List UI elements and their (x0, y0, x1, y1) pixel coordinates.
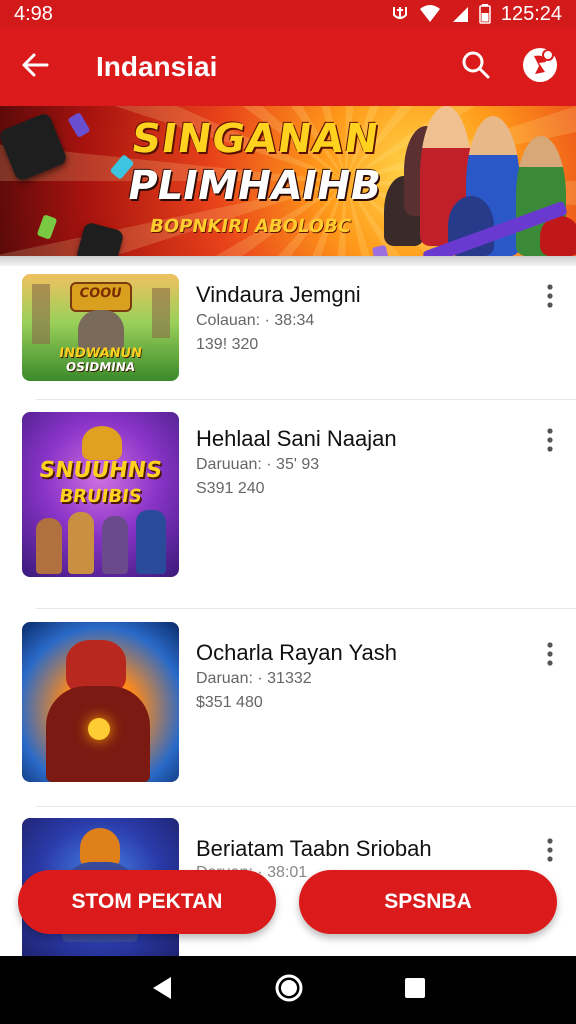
thumbnail-subtitle: BRUIBIS (57, 486, 144, 507)
signal-icon (391, 5, 409, 23)
list-item[interactable]: COOU INDWANUN OSIDMINA Vindaura Jemgni C… (0, 256, 576, 398)
cellular-icon (451, 5, 469, 23)
page-title: Indansiai (96, 51, 218, 82)
more-options-button[interactable] (536, 638, 564, 674)
more-vertical-icon (547, 641, 553, 671)
primary-action-button[interactable]: STOM PEKTAN (18, 870, 276, 934)
more-options-button[interactable] (536, 424, 564, 460)
more-options-button[interactable] (536, 834, 564, 870)
status-bar: 4:98 125:24 (0, 0, 576, 28)
game-title: Vindaura Jemgni (196, 282, 361, 307)
game-thumbnail: SNUUHNS BRUIBIS (22, 412, 179, 577)
game-list: COOU INDWANUN OSIDMINA Vindaura Jemgni C… (0, 256, 576, 956)
nav-back-icon (153, 976, 172, 999)
system-nav-bar (0, 956, 576, 1024)
status-time-right: 125:24 (500, 2, 562, 25)
status-icons: 125:24 (391, 3, 562, 26)
game-stat: $351 480 (196, 694, 263, 711)
game-stat: 139! 320 (196, 336, 259, 353)
banner-headline: SINGANAN (128, 116, 383, 162)
nav-home-button[interactable] (274, 973, 304, 1008)
game-thumbnail: COOU INDWANUN OSIDMINA (22, 274, 179, 381)
more-vertical-icon (547, 837, 553, 867)
bottom-action-bar: STOM PEKTAN SPSNBA (0, 866, 576, 954)
game-title: Beriatam Taabn Sriobah (196, 836, 432, 861)
wifi-icon (419, 5, 441, 23)
back-button[interactable] (0, 28, 70, 106)
game-title: Hehlaal Sani Naajan (196, 426, 397, 451)
profile-badge-icon (521, 46, 559, 89)
game-meta: Daruan: · 31332 (196, 670, 312, 687)
search-button[interactable] (454, 45, 498, 89)
nav-back-button[interactable] (149, 975, 175, 1006)
promo-banner[interactable]: SINGANAN PLIMHAIHB BOPNKIRI ABOLOBC (0, 106, 576, 256)
back-arrow-icon (21, 51, 49, 84)
game-meta: Colauan: · 38:34 (196, 312, 315, 329)
more-vertical-icon (547, 427, 553, 457)
app-bar: Indansiai (0, 28, 576, 106)
thumbnail-badge-text: COOU (78, 286, 123, 301)
profile-button[interactable] (518, 45, 562, 89)
more-vertical-icon (547, 283, 553, 313)
nav-recents-button[interactable] (403, 976, 427, 1005)
app-bar-actions (454, 45, 576, 89)
nav-home-icon (275, 974, 303, 1001)
game-meta: Daruuan: · 35' 93 (196, 456, 320, 473)
game-stat: S391 240 (196, 480, 265, 497)
banner-subline: BOPNKIRI ABOLOBC (148, 216, 353, 237)
thumbnail-title: INDWANUN (58, 346, 143, 361)
app-screen: 4:98 125:24 Indansiai SINGANAN PLIMHAIHB… (0, 0, 576, 1024)
banner-headline-2: PLIMHAIHB (123, 163, 385, 209)
list-divider (36, 806, 576, 807)
thumbnail-subtitle: OSIDMINA (65, 360, 136, 374)
search-icon (461, 50, 491, 85)
nav-recents-icon (404, 977, 425, 998)
more-options-button[interactable] (536, 280, 564, 316)
thumbnail-title: SNUUHNS (37, 458, 164, 483)
list-divider (36, 608, 576, 609)
game-title: Ocharla Rayan Yash (196, 640, 397, 665)
status-time-left: 4:98 (14, 2, 53, 25)
game-thumbnail (22, 622, 179, 782)
battery-icon (479, 4, 491, 24)
secondary-action-button[interactable]: SPSNBA (299, 870, 557, 934)
